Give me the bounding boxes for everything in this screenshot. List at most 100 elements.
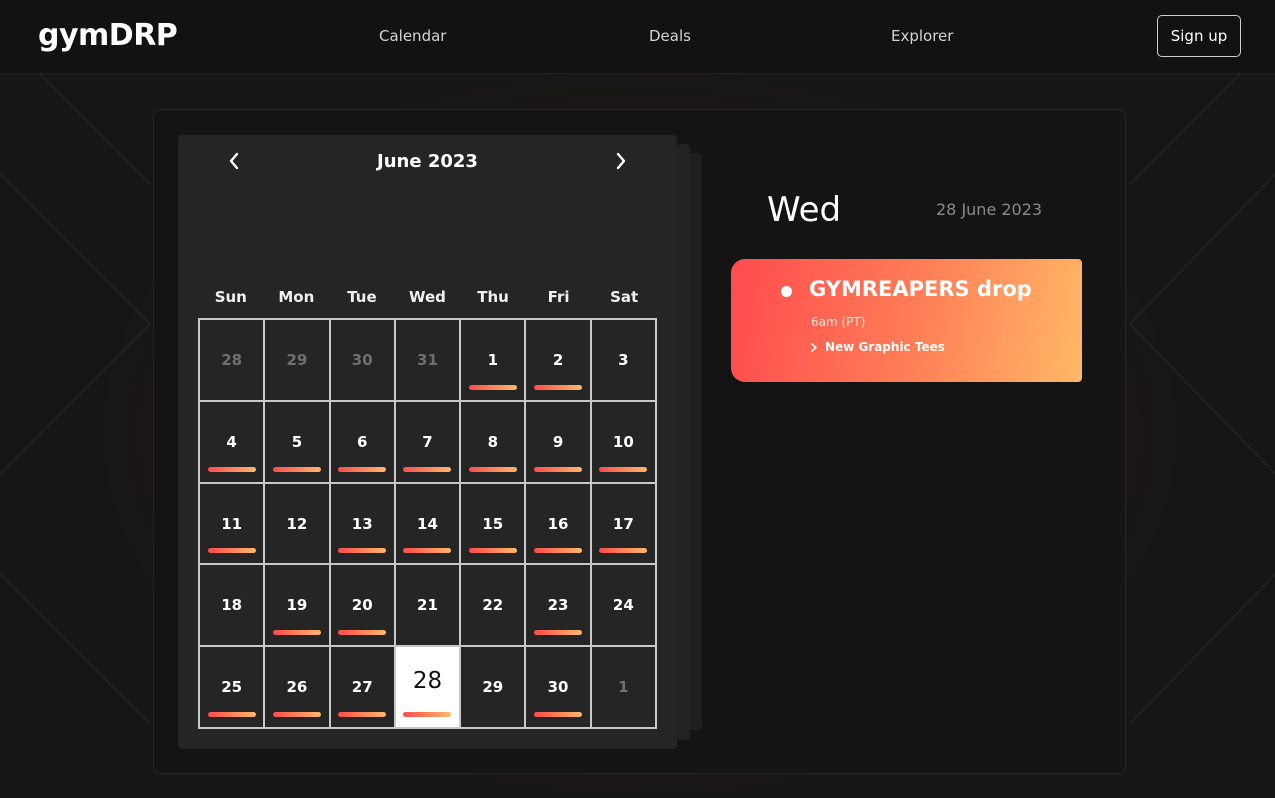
day-cell[interactable]: 3 (590, 319, 656, 401)
day-number: 7 (422, 432, 433, 451)
day-number: 14 (417, 514, 438, 533)
nav-link-deals[interactable]: Deals (649, 27, 691, 45)
day-cell[interactable]: 15 (460, 482, 526, 565)
weekday-fri: Fri (547, 288, 570, 306)
day-number: 21 (417, 596, 438, 615)
day-number: 29 (286, 351, 308, 369)
event-indicator-bar (338, 548, 387, 554)
day-cell[interactable]: 31 (394, 319, 461, 401)
day-cell[interactable]: 24 (590, 564, 656, 647)
day-cell-selected[interactable]: 28 (394, 646, 461, 728)
day-cell[interactable]: 20 (329, 564, 395, 647)
day-number: 10 (612, 432, 634, 451)
day-cell[interactable]: 29 (264, 319, 330, 401)
day-cell[interactable]: 30 (525, 646, 591, 728)
event-indicator-bar (272, 466, 321, 472)
day-cell[interactable]: 13 (329, 482, 395, 565)
day-cell[interactable]: 8 (460, 400, 526, 483)
event-indicator-bar (534, 466, 583, 472)
day-cell[interactable]: 9 (525, 400, 591, 483)
calendar-stack-back (689, 153, 702, 730)
chevron-right-icon (616, 152, 626, 170)
day-number: 28 (221, 351, 243, 369)
event-indicator-bar (468, 466, 517, 472)
event-indicator-bar (403, 712, 452, 717)
day-number: 6 (356, 432, 368, 451)
day-cell[interactable]: 17 (590, 482, 656, 565)
day-number: 4 (226, 432, 237, 451)
day-cell[interactable]: 12 (264, 482, 330, 565)
day-cell[interactable]: 2 (525, 319, 591, 401)
day-number: 20 (351, 596, 373, 615)
day-cell[interactable]: 7 (394, 400, 461, 483)
event-indicator-bar (272, 712, 321, 717)
event-link[interactable]: New Graphic Tees (811, 340, 945, 354)
day-number: 1 (487, 351, 498, 369)
nav-link-explorer[interactable]: Explorer (891, 27, 953, 45)
event-indicator-bar (338, 712, 387, 717)
day-number: 27 (351, 678, 373, 697)
day-cell[interactable]: 10 (590, 400, 656, 483)
day-number: 25 (221, 678, 243, 697)
day-number: 9 (552, 432, 564, 451)
day-cell[interactable]: 26 (264, 646, 330, 728)
day-cell[interactable]: 14 (394, 482, 461, 565)
day-cell[interactable]: 19 (264, 564, 330, 647)
day-number: 13 (351, 514, 373, 533)
day-cell[interactable]: 6 (329, 400, 395, 483)
day-number: 1 (618, 678, 629, 697)
logo[interactable]: gymDRP (38, 18, 178, 53)
event-indicator-bar (534, 630, 583, 636)
event-indicator-bar (534, 384, 583, 390)
selected-day-name: Wed (767, 190, 842, 230)
day-number: 29 (482, 678, 504, 697)
event-indicator-bar (599, 548, 648, 554)
event-indicator-bar (599, 466, 648, 472)
day-cell[interactable]: 18 (199, 564, 265, 647)
day-cell[interactable]: 25 (199, 646, 265, 728)
event-dot-icon (781, 286, 792, 297)
day-number: 5 (291, 432, 303, 451)
event-indicator-bar (534, 548, 583, 554)
day-number: 11 (221, 514, 243, 533)
next-month-button[interactable] (609, 149, 633, 173)
calendar-panel: June 2023 Sun Mon Tue Wed Thu Fri Sat 28 29 30 31… (178, 135, 677, 749)
event-indicator-bar (207, 712, 256, 717)
day-number: 18 (221, 596, 243, 615)
day-number: 2 (552, 351, 564, 369)
day-number: 30 (351, 351, 373, 369)
day-cell[interactable]: 21 (394, 564, 461, 647)
event-time: 6am (PT) (811, 315, 866, 329)
day-number: 22 (482, 596, 504, 615)
day-cell[interactable]: 4 (199, 400, 265, 483)
weekday-wed: Wed (409, 288, 446, 306)
day-cell[interactable]: 5 (264, 400, 330, 483)
nav-link-calendar[interactable]: Calendar (379, 27, 446, 45)
day-number: 26 (286, 678, 308, 697)
weekday-header: Sun Mon Tue Wed Thu Fri Sat (198, 288, 657, 306)
signup-button[interactable]: Sign up (1157, 15, 1241, 57)
day-cell[interactable]: 11 (199, 482, 265, 565)
event-indicator-bar (403, 548, 452, 554)
day-number: 12 (286, 514, 308, 533)
day-cell[interactable]: 23 (525, 564, 591, 647)
day-cell[interactable]: 22 (460, 564, 526, 647)
day-cell[interactable]: 30 (329, 319, 395, 401)
day-cell[interactable]: 1 (460, 319, 526, 401)
event-card[interactable]: GYMREAPERS drop 6am (PT) New Graphic Tee… (731, 259, 1082, 382)
event-indicator-bar (338, 630, 387, 636)
day-cell[interactable]: 16 (525, 482, 591, 565)
day-cell[interactable]: 29 (460, 646, 526, 728)
day-cell[interactable]: 27 (329, 646, 395, 728)
day-number: 31 (417, 351, 438, 369)
day-cell[interactable]: 28 (199, 319, 265, 401)
weekday-thu: Thu (477, 288, 509, 306)
day-number: 24 (612, 596, 634, 615)
calendar-grid: 28 29 30 31 1 2 3 4 5 6 7 8 9 10 11 12 13 14 15 16 17 18 19 20 2… (198, 318, 657, 729)
day-cell[interactable]: 1 (590, 646, 656, 728)
day-number: 19 (286, 596, 308, 615)
weekday-sat: Sat (610, 288, 639, 306)
day-number: 28 (412, 668, 443, 695)
weekday-tue: Tue (347, 288, 377, 306)
day-number: 8 (487, 432, 498, 451)
